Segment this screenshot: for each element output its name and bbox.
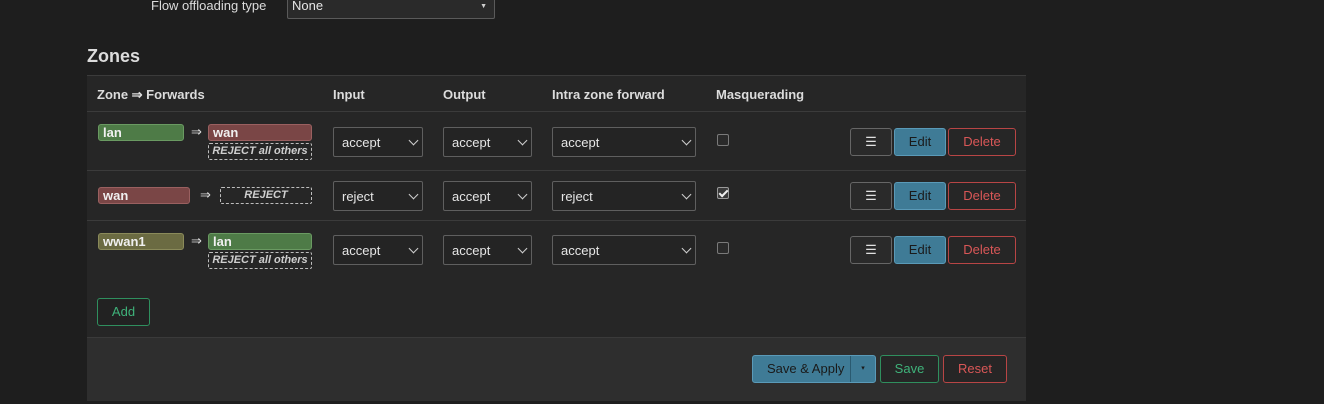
column-output: Output [443, 87, 486, 102]
zone-row-wwan1: wwan1 ⇒ lan REJECT all others accept acc… [87, 221, 1026, 279]
input-value: accept [342, 135, 381, 150]
menu-icon: ☰ [865, 134, 877, 149]
masquerading-checkbox[interactable] [717, 134, 729, 146]
forward-zone-name: lan [213, 234, 232, 249]
column-masquerading: Masquerading [716, 87, 805, 102]
zone-row-lan: lan ⇒ wan REJECT all others accept accep… [87, 112, 1026, 171]
zone-badge-wan: wan [98, 187, 190, 204]
reject-note: REJECT all others [208, 143, 312, 160]
column-zone-forwards: Zone ⇒ Forwards [97, 87, 205, 102]
chevron-down-icon [517, 189, 528, 200]
input-select[interactable]: reject [333, 181, 423, 211]
chevron-down-icon [408, 189, 419, 200]
output-select[interactable]: accept [443, 181, 532, 211]
save-button[interactable]: Save [880, 355, 939, 383]
add-zone-button[interactable]: Add [97, 298, 150, 326]
input-select[interactable]: accept [333, 127, 423, 157]
flow-offloading-label: Flow offloading type [151, 0, 267, 13]
intra-zone-select[interactable]: accept [552, 235, 696, 265]
chevron-down-icon [408, 135, 419, 146]
save-apply-label: Save & Apply [767, 361, 845, 376]
form-footer: Save & Apply ▾ Save Reset [87, 337, 1026, 401]
row-menu-button[interactable]: ☰ [850, 182, 892, 210]
forward-arrow: ⇒ [191, 233, 202, 248]
output-value: accept [452, 243, 491, 258]
intra-zone-select[interactable]: accept [552, 127, 696, 157]
forward-arrow: ⇒ [200, 187, 211, 202]
chevron-down-icon [408, 243, 419, 254]
zone-badge-lan: lan [98, 124, 184, 141]
chevron-down-icon [517, 135, 528, 146]
forward-badge-wan: wan [208, 124, 312, 141]
row-menu-button[interactable]: ☰ [850, 236, 892, 264]
flow-offloading-select[interactable]: None ▼ [287, 0, 495, 19]
masquerading-checkbox[interactable] [717, 187, 729, 199]
column-intra-zone-forward: Intra zone forward [552, 87, 665, 102]
output-select[interactable]: accept [443, 127, 532, 157]
reset-button[interactable]: Reset [943, 355, 1007, 383]
delete-button[interactable]: Delete [948, 236, 1016, 264]
intra-zone-value: accept [561, 135, 600, 150]
zone-badge-wwan1: wwan1 [98, 233, 184, 250]
masquerading-checkbox[interactable] [717, 242, 729, 254]
zones-section-title: Zones [87, 46, 141, 66]
edit-button[interactable]: Edit [894, 236, 946, 264]
delete-button[interactable]: Delete [948, 182, 1016, 210]
chevron-down-icon [681, 243, 692, 254]
edit-button[interactable]: Edit [894, 182, 946, 210]
chevron-down-icon [681, 189, 692, 200]
forward-arrow: ⇒ [191, 124, 202, 139]
save-apply-dropdown-toggle[interactable]: ▾ [850, 356, 875, 382]
chevron-down-icon [681, 135, 692, 146]
intra-zone-value: reject [561, 189, 593, 204]
save-apply-button[interactable]: Save & Apply ▾ [752, 355, 876, 383]
output-value: accept [452, 135, 491, 150]
row-menu-button[interactable]: ☰ [850, 128, 892, 156]
zone-name: wwan1 [103, 234, 146, 249]
chevron-down-icon: ▼ [480, 3, 487, 10]
zones-table: Zone ⇒ Forwards Input Output Intra zone … [87, 75, 1026, 401]
forward-badge-lan: lan [208, 233, 312, 250]
input-select[interactable]: accept [333, 235, 423, 265]
output-select[interactable]: accept [443, 235, 532, 265]
chevron-down-icon [517, 243, 528, 254]
reject-note: REJECT all others [208, 252, 312, 269]
zones-table-header: Zone ⇒ Forwards Input Output Intra zone … [87, 75, 1026, 112]
reject-note: REJECT [220, 187, 312, 204]
zone-name: lan [103, 125, 122, 140]
intra-zone-value: accept [561, 243, 600, 258]
menu-icon: ☰ [865, 242, 877, 257]
input-value: reject [342, 189, 374, 204]
menu-icon: ☰ [865, 188, 877, 203]
input-value: accept [342, 243, 381, 258]
flow-offloading-value: None [292, 0, 324, 13]
chevron-down-icon: ▾ [861, 365, 865, 372]
delete-button[interactable]: Delete [948, 128, 1016, 156]
column-input: Input [333, 87, 365, 102]
intra-zone-select[interactable]: reject [552, 181, 696, 211]
output-value: accept [452, 189, 491, 204]
zone-row-wan: wan ⇒ REJECT reject accept reject ☰ Edit… [87, 171, 1026, 221]
forward-zone-name: wan [213, 125, 239, 140]
zone-name: wan [103, 188, 129, 203]
edit-button[interactable]: Edit [894, 128, 946, 156]
